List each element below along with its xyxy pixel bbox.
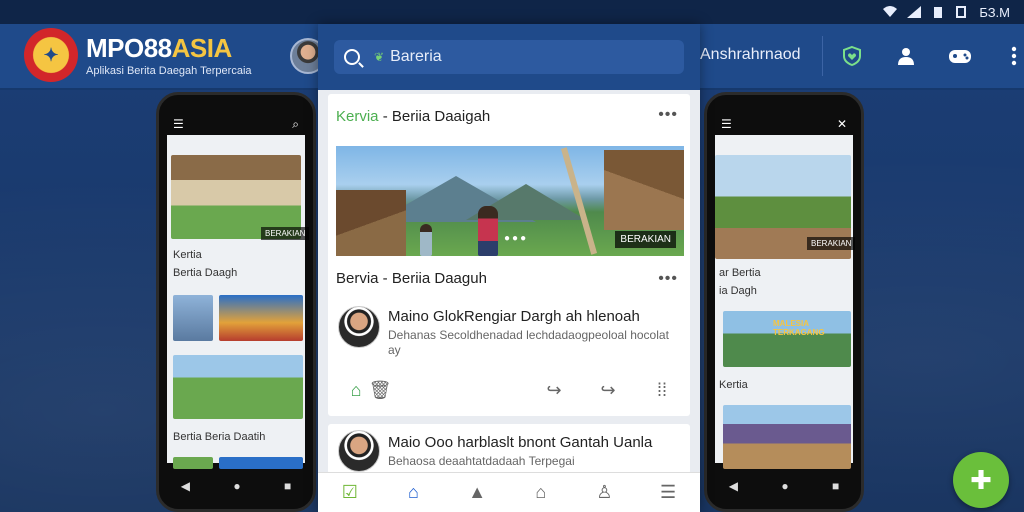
- forward-icon[interactable]: ↪: [596, 378, 620, 402]
- post-title[interactable]: Maio Ooo harblaslt bnont Gantah Uanla: [388, 434, 652, 451]
- caption: Bertia Beria Daatih: [173, 431, 266, 443]
- author-avatar[interactable]: [338, 430, 380, 472]
- card-subtitle: Bervia - Beriia Daaguh: [336, 270, 487, 287]
- caption: ia Dagh: [719, 285, 757, 297]
- image-badge: BERAKIAN: [615, 231, 676, 248]
- signal-icon: [907, 6, 922, 18]
- more-horiz-icon[interactable]: •••: [658, 270, 678, 288]
- add-icon: ✚: [970, 464, 992, 495]
- grid-dots-icon[interactable]: ⁞⁞: [650, 378, 674, 402]
- more-horiz-icon[interactable]: •••: [658, 106, 678, 124]
- news-card[interactable]: Kervia - Beriia Daaigah ••• ●●● BERAKIAN…: [328, 94, 690, 416]
- battery-icon: [934, 7, 943, 18]
- status-time: БЗ.М: [979, 4, 1010, 20]
- floating-action-button[interactable]: ✚: [953, 452, 1009, 508]
- profile-icon[interactable]: ♙: [592, 481, 616, 505]
- leaf-icon: ❦: [374, 50, 385, 64]
- card-source: Kervia: [336, 108, 379, 125]
- user-icon[interactable]: [892, 42, 920, 70]
- logo-emblem-icon: ✦: [24, 28, 78, 82]
- author-avatar[interactable]: [338, 306, 380, 348]
- brand-title: MPO88ASIA: [86, 33, 252, 64]
- home-icon[interactable]: ⌂: [344, 378, 368, 402]
- post-title[interactable]: Maino GlokRengiar Dargh ah hlenoah: [388, 308, 640, 325]
- thumbnail-badge: BERAKIAN: [261, 227, 310, 240]
- caption: ar Bertia: [719, 267, 761, 279]
- home-circle-icon[interactable]: ●: [233, 479, 240, 493]
- bottom-navigation: ☑ ⌂ ▲ ⌂ ♙ ☰: [318, 472, 700, 512]
- news-thumbnail[interactable]: [723, 405, 851, 469]
- card-header: Kervia - Beriia Daaigah: [336, 108, 490, 125]
- explore-icon[interactable]: ▲: [465, 481, 489, 505]
- right-phone-mockup: ☰ ✕ BERAKIAN ar Bertia ia Dagh MALESIA T…: [704, 92, 864, 512]
- logo[interactable]: ✦ MPO88ASIA Aplikasi Berita Daegah Terpe…: [24, 28, 252, 82]
- caption: Bertia Daagh: [173, 267, 238, 279]
- share-icon[interactable]: ↪: [542, 378, 566, 402]
- divider: [822, 36, 823, 76]
- post-actions: ⌂ 🗑 ↪ ↪ ⁞⁞: [328, 378, 690, 402]
- post-body: Dehanas Secoldhenadad lechdadaogpeoloal …: [388, 328, 669, 357]
- carousel-dots[interactable]: ●●●: [504, 233, 528, 244]
- home-circle-icon[interactable]: ●: [781, 479, 788, 493]
- phone-navbar: ◀ ● ■: [707, 471, 861, 501]
- news-thumbnail[interactable]: [219, 295, 303, 341]
- search-bar[interactable]: ❦ Bareria: [334, 40, 684, 74]
- menu-icon[interactable]: ☰: [656, 481, 680, 505]
- news-hero-image[interactable]: ●●● BERAKIAN: [336, 146, 684, 256]
- back-icon[interactable]: ◀: [729, 479, 738, 493]
- search-icon[interactable]: ⌕: [292, 117, 299, 132]
- home-icon[interactable]: ⌂: [401, 481, 425, 505]
- shield-heart-icon[interactable]: [838, 42, 866, 70]
- thumbnail-text: MALESIA TERKAGANG: [773, 319, 825, 337]
- gamepad-icon[interactable]: [946, 42, 974, 70]
- news-thumbnail[interactable]: [173, 355, 303, 419]
- close-icon[interactable]: ✕: [837, 117, 847, 131]
- brand-tagline: Aplikasi Berita Daegah Terpercaia: [86, 65, 252, 77]
- back-icon[interactable]: ◀: [181, 479, 190, 493]
- feed-header: ❦ Bareria: [318, 24, 700, 90]
- news-card[interactable]: Maio Ooo harblaslt bnont Gantah Uanla Be…: [328, 424, 690, 474]
- home-outline-icon[interactable]: ⌂: [529, 481, 553, 505]
- trash-icon[interactable]: 🗑: [368, 378, 392, 402]
- post-body: Behaosa deaahtatdadaah Terpegai: [388, 454, 575, 468]
- status-bar: БЗ.М: [0, 0, 1024, 24]
- card-header-title: - Beriia Daaigah: [378, 108, 491, 125]
- wifi-icon: [883, 6, 898, 17]
- center-phone-feed: ❦ Bareria Kervia - Beriia Daaigah ••• ●●●…: [318, 24, 700, 512]
- menu-icon[interactable]: ☰: [173, 117, 184, 131]
- caption: Kertia: [719, 379, 748, 391]
- news-thumbnail[interactable]: [173, 295, 213, 341]
- search-icon: [344, 49, 360, 65]
- left-phone-mockup: ☰ ⌕ BERAKIAN Kertia Bertia Daagh Bertia …: [156, 92, 316, 512]
- right-phone-screen: BERAKIAN ar Bertia ia Dagh MALESIA TERKA…: [715, 135, 856, 469]
- left-phone-screen: BERAKIAN Kertia Bertia Daagh Bertia Beri…: [167, 135, 310, 469]
- phone-navbar: ◀ ● ■: [159, 471, 313, 501]
- recents-icon[interactable]: ■: [284, 479, 291, 493]
- menu-icon[interactable]: ☰: [721, 117, 732, 131]
- sim-icon: [956, 6, 967, 18]
- search-input[interactable]: Bareria: [390, 48, 442, 65]
- thumbnail-badge: BERAKIAN: [807, 237, 856, 250]
- appbar-actions: [838, 42, 1024, 70]
- news-thumbnail[interactable]: [219, 457, 303, 469]
- news-thumbnail[interactable]: [173, 457, 213, 469]
- brand-accent: ASIA: [171, 33, 233, 63]
- recents-icon[interactable]: ■: [832, 479, 839, 493]
- check-badge-icon[interactable]: ☑: [338, 481, 362, 505]
- more-vert-icon[interactable]: [1000, 42, 1024, 70]
- caption: Kertia: [173, 249, 202, 261]
- brand-main: MPO88: [86, 33, 172, 63]
- username-label[interactable]: Anshrahrnaod: [700, 46, 801, 64]
